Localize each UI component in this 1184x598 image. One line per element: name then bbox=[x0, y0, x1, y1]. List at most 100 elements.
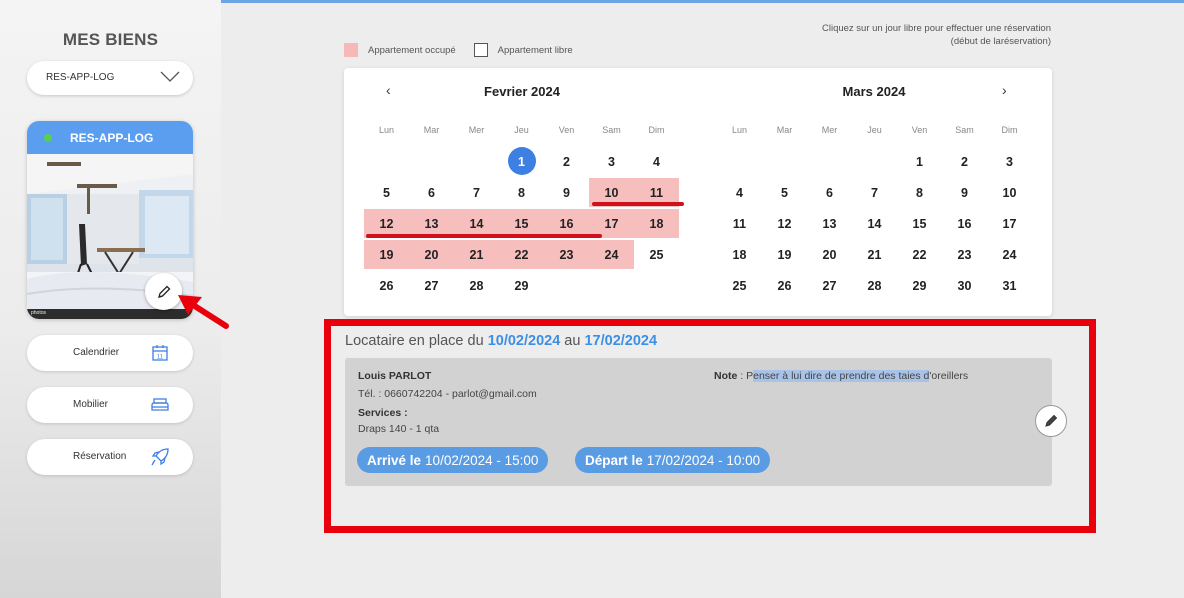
calendar-day[interactable]: 1 bbox=[897, 146, 942, 177]
calendar-day[interactable]: 17 bbox=[987, 208, 1032, 239]
calendar-day[interactable]: 20 bbox=[409, 239, 454, 270]
calendar-day[interactable]: 3 bbox=[589, 146, 634, 177]
tenant-contact: Tél. : 0660742204 - parlot@gmail.com bbox=[358, 388, 537, 400]
calendar-day[interactable]: 5 bbox=[364, 177, 409, 208]
calendar-day[interactable]: 13 bbox=[807, 208, 852, 239]
calendar-day[interactable]: 21 bbox=[454, 239, 499, 270]
calendar-day[interactable]: 16 bbox=[942, 208, 987, 239]
tenant-note: Note : Penser à lui dire de prendre des … bbox=[714, 370, 968, 382]
legend-occupied-label: Appartement occupé bbox=[368, 44, 456, 56]
month-title-february: Fevrier 2024 bbox=[484, 84, 560, 99]
next-month-button[interactable]: › bbox=[1002, 82, 1007, 98]
calendar-day[interactable]: 7 bbox=[852, 177, 897, 208]
furniture-button-label: Mobilier bbox=[73, 399, 109, 410]
sidebar-title: MES BIENS bbox=[62, 30, 159, 49]
weekday-label: Mar bbox=[776, 125, 793, 135]
calendar-day[interactable]: 3 bbox=[987, 146, 1032, 177]
furniture-button[interactable]: Mobilier bbox=[27, 387, 193, 423]
pencil-icon bbox=[157, 285, 170, 298]
calendar-day[interactable]: 23 bbox=[942, 239, 987, 270]
calendar-day[interactable]: 9 bbox=[544, 177, 589, 208]
calendar-day[interactable]: 27 bbox=[807, 270, 852, 301]
tenant-period-mid: au bbox=[564, 333, 581, 349]
weekday-label: Ven bbox=[558, 125, 575, 135]
calendar-day[interactable]: 6 bbox=[807, 177, 852, 208]
calendar-day[interactable]: 18 bbox=[717, 239, 762, 270]
calendar-day[interactable]: 22 bbox=[499, 239, 544, 270]
weekday-label: Sam bbox=[602, 125, 621, 135]
calendar-day[interactable]: 11 bbox=[717, 208, 762, 239]
weekday-label: Lun bbox=[378, 125, 395, 135]
arrival-value: 10/02/2024 - 15:00 bbox=[425, 452, 539, 468]
underline-annotation bbox=[592, 202, 684, 206]
calendar-day[interactable]: 10 bbox=[987, 177, 1032, 208]
calendar-day[interactable]: 4 bbox=[717, 177, 762, 208]
calendar-day[interactable]: 27 bbox=[409, 270, 454, 301]
sidebar: MES BIENS RES-APP-LOG RES-APP-LOG photos… bbox=[0, 0, 229, 598]
calendar-day[interactable]: 25 bbox=[634, 239, 679, 270]
calendar-day[interactable]: 6 bbox=[409, 177, 454, 208]
calendar-day[interactable]: 4 bbox=[634, 146, 679, 177]
legend-free-label: Appartement libre bbox=[497, 44, 573, 56]
weekday-label: Jeu bbox=[514, 125, 529, 135]
calendar-day[interactable]: 26 bbox=[364, 270, 409, 301]
weekday-label: Lun bbox=[731, 125, 748, 135]
calendar-day[interactable]: 19 bbox=[762, 239, 807, 270]
calendar-day[interactable]: 24 bbox=[589, 239, 634, 270]
weekday-label: Mar bbox=[423, 125, 440, 135]
departure-badge: Départ le 17/02/2024 - 10:00 bbox=[575, 447, 771, 473]
calendar-day[interactable]: 8 bbox=[897, 177, 942, 208]
calendar-day[interactable]: 22 bbox=[897, 239, 942, 270]
reservation-button-label: Réservation bbox=[73, 451, 127, 462]
weekday-label: Dim bbox=[1001, 125, 1018, 135]
calendar-day[interactable]: 14 bbox=[852, 208, 897, 239]
calendar-day[interactable]: 28 bbox=[852, 270, 897, 301]
calendar-day[interactable]: 28 bbox=[454, 270, 499, 301]
calendar-day[interactable]: 29 bbox=[499, 270, 544, 301]
calendar-day[interactable]: 20 bbox=[807, 239, 852, 270]
calendar-button[interactable]: Calendrier 11 bbox=[27, 335, 193, 371]
calendar-day[interactable]: 21 bbox=[852, 239, 897, 270]
calendar-day[interactable]: 7 bbox=[454, 177, 499, 208]
tenant-end-date: 17/02/2024 bbox=[584, 333, 658, 349]
calendar-day[interactable]: 18 bbox=[634, 208, 679, 239]
calendar-icon: 11 bbox=[152, 345, 168, 361]
calendar-day[interactable]: 1 bbox=[499, 146, 544, 177]
weekday-label: Ven bbox=[911, 125, 928, 135]
calendar-day[interactable]: 8 bbox=[499, 177, 544, 208]
tenant-period-prefix: Locataire en place du bbox=[345, 333, 484, 349]
edit-reservation-button[interactable] bbox=[1035, 405, 1067, 437]
calendar-day[interactable]: 15 bbox=[897, 208, 942, 239]
calendar-day[interactable]: 2 bbox=[544, 146, 589, 177]
reservation-button[interactable]: Réservation bbox=[27, 439, 193, 475]
departure-value: 17/02/2024 - 10:00 bbox=[646, 452, 761, 468]
calendar-day[interactable]: 19 bbox=[364, 239, 409, 270]
calendar-day[interactable]: 24 bbox=[987, 239, 1032, 270]
arrival-badge: Arrivé le 10/02/2024 - 15:00 bbox=[357, 447, 549, 473]
property-name: RES-APP-LOG bbox=[70, 131, 154, 145]
month-title-march: Mars 2024 bbox=[842, 84, 906, 99]
calendar-day[interactable]: 9 bbox=[942, 177, 987, 208]
status-dot bbox=[44, 134, 52, 142]
weekday-label: Jeu bbox=[867, 125, 882, 135]
calendar-day[interactable]: 2 bbox=[942, 146, 987, 177]
calendar-day[interactable]: 23 bbox=[544, 239, 589, 270]
calendar-day[interactable]: 31 bbox=[987, 270, 1032, 301]
bed-icon bbox=[151, 398, 169, 411]
calendar-day[interactable]: 25 bbox=[717, 270, 762, 301]
note-separator: : bbox=[737, 370, 747, 382]
red-arrow-annotation bbox=[178, 295, 229, 329]
calendar-day[interactable]: 30 bbox=[942, 270, 987, 301]
prev-month-button[interactable]: ‹ bbox=[386, 82, 391, 98]
underline-annotation bbox=[366, 234, 602, 238]
arrival-label: Arrivé le bbox=[367, 452, 422, 468]
photo-caption: photos bbox=[31, 310, 47, 316]
tenant-period: Locataire en place du 10/02/2024 au 17/0… bbox=[345, 333, 657, 349]
note-text-end: 'oreillers bbox=[929, 370, 969, 382]
services-detail: Draps 140 - 1 qta bbox=[358, 423, 440, 435]
calendar-day[interactable]: 26 bbox=[762, 270, 807, 301]
calendar-day[interactable]: 12 bbox=[762, 208, 807, 239]
calendar-day[interactable]: 29 bbox=[897, 270, 942, 301]
calendar-day[interactable]: 5 bbox=[762, 177, 807, 208]
property-select[interactable]: RES-APP-LOG bbox=[27, 61, 193, 95]
